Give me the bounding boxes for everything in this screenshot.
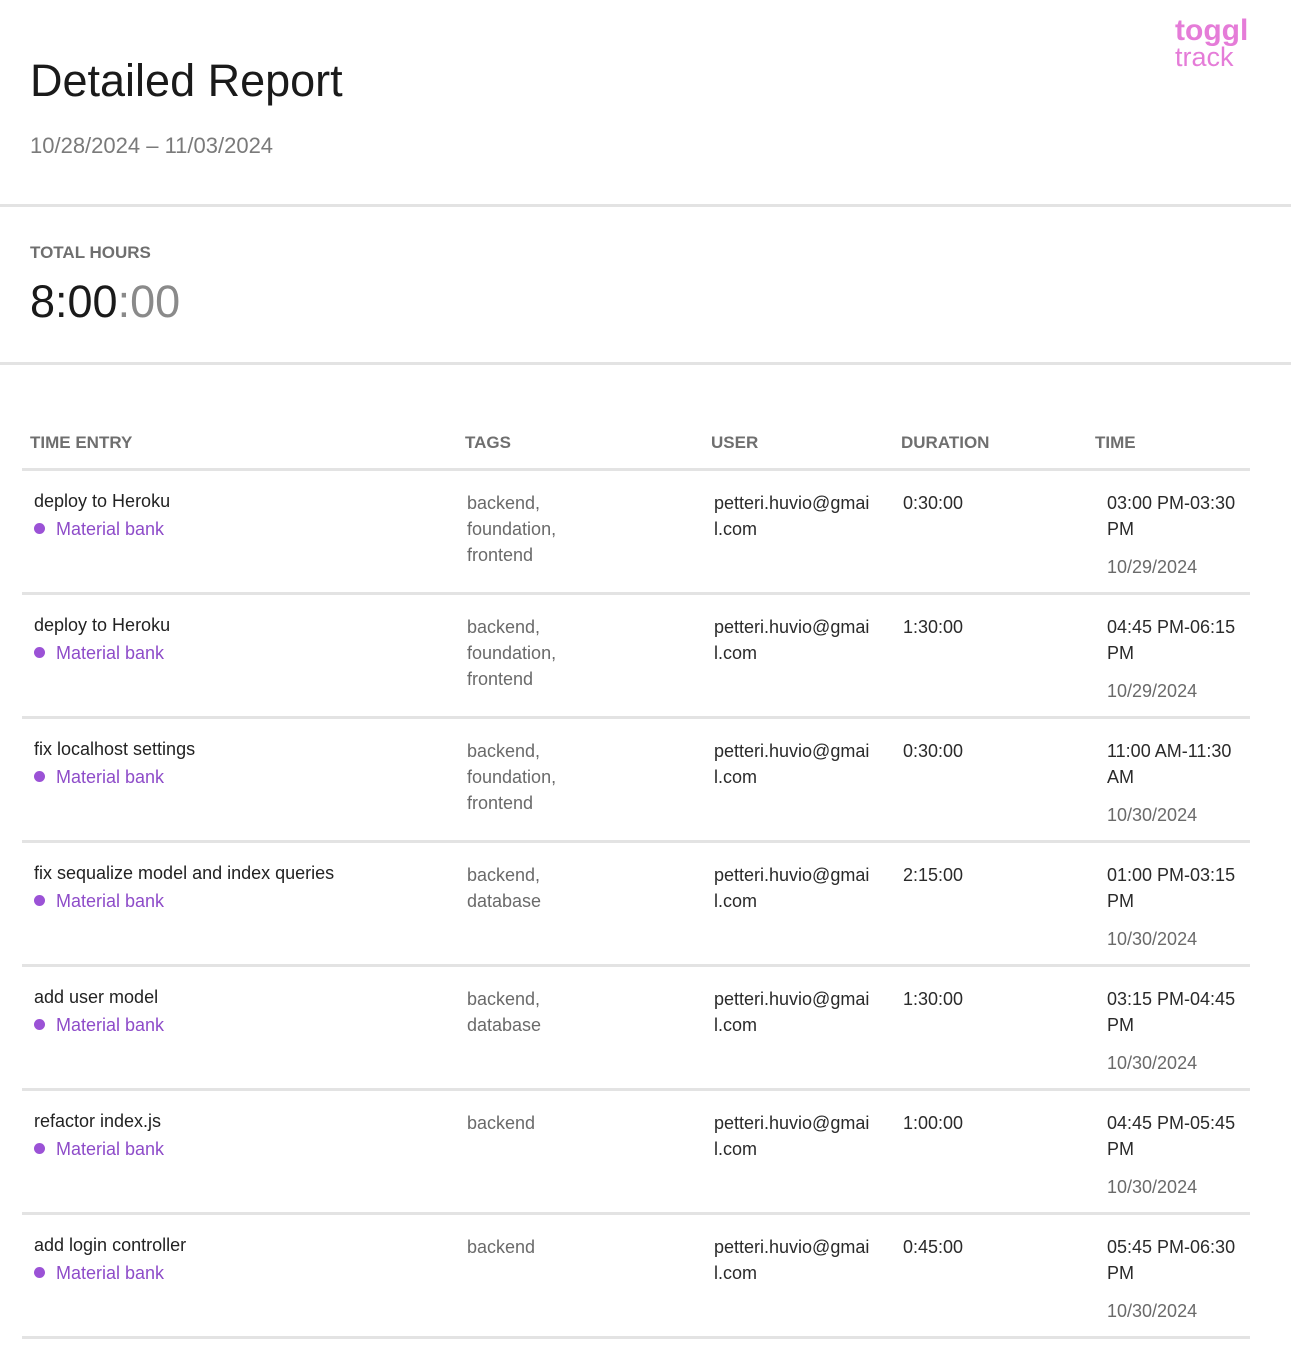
header-time: TIME — [1095, 433, 1136, 452]
entry-user: petteri.huvio@gmail.com — [714, 865, 870, 911]
header-duration: DURATION — [901, 433, 990, 452]
entry-project[interactable]: Material bank — [34, 1260, 164, 1286]
entry-duration: 0:30:00 — [903, 493, 964, 513]
table-row[interactable]: fix sequalize model and index queries Mat… — [22, 843, 1250, 967]
project-name: Material bank — [56, 519, 165, 539]
entry-tags: backend, foundation, frontend — [467, 493, 557, 565]
entry-description: deploy to Heroku — [34, 615, 171, 635]
table-row[interactable]: add user model Material bank backend, data… — [22, 967, 1250, 1091]
project-color-dot — [34, 1143, 45, 1154]
entry-time-range: 04:45 PM-05:45 PM — [1107, 1113, 1236, 1159]
project-name: Material bank — [56, 1015, 165, 1035]
entry-tags: backend, foundation, frontend — [467, 741, 557, 813]
entry-tags: backend — [467, 1113, 536, 1133]
entry-duration: 1:30:00 — [903, 617, 964, 637]
entry-tags: backend, foundation, frontend — [467, 617, 557, 689]
logo-bottom-text: track — [1175, 42, 1234, 72]
entry-tags: backend, database — [467, 989, 542, 1035]
entry-user: petteri.huvio@gmail.com — [714, 741, 870, 787]
entry-duration: 0:30:00 — [903, 741, 964, 761]
entry-description: fix sequalize model and index queries — [34, 863, 335, 883]
project-name: Material bank — [56, 1139, 165, 1159]
entry-description: refactor index.js — [34, 1111, 162, 1131]
time-entries-table: deploy to Heroku Material bank backend, fo… — [22, 471, 1250, 1339]
entry-date: 10/29/2024 — [1107, 681, 1198, 701]
entry-project[interactable]: Material bank — [34, 516, 164, 542]
project-name: Material bank — [56, 891, 165, 911]
entry-time-range: 04:45 PM-06:15 PM — [1107, 617, 1236, 663]
entry-date: 10/30/2024 — [1107, 1177, 1198, 1197]
project-color-dot — [34, 647, 45, 658]
entry-duration: 2:15:00 — [903, 865, 964, 885]
entry-time-range: 11:00 AM-11:30 AM — [1107, 741, 1232, 787]
entry-date: 10/30/2024 — [1107, 1053, 1198, 1073]
project-color-dot — [34, 771, 45, 782]
total-hours-main: 8:00 — [30, 276, 118, 327]
entry-date: 10/30/2024 — [1107, 805, 1198, 825]
entry-date: 10/29/2024 — [1107, 557, 1198, 577]
project-color-dot — [34, 523, 45, 534]
entry-user: petteri.huvio@gmail.com — [714, 1113, 870, 1159]
project-color-dot — [34, 895, 45, 906]
table-row[interactable]: fix localhost settings Material bank backe… — [22, 719, 1250, 843]
entry-duration: 1:30:00 — [903, 989, 964, 1009]
header-divider — [0, 204, 1291, 207]
entry-date: 10/30/2024 — [1107, 1301, 1198, 1321]
project-color-dot — [34, 1267, 45, 1278]
table-header: TIME ENTRY TAGS USER DURATION TIME — [22, 426, 1250, 471]
entry-project[interactable]: Material bank — [34, 1012, 164, 1038]
entry-user: petteri.huvio@gmail.com — [714, 989, 870, 1035]
total-hours-seconds: :00 — [117, 276, 181, 327]
entry-duration: 1:00:00 — [903, 1113, 964, 1133]
entry-description: fix localhost settings — [34, 739, 196, 759]
page-title: Detailed Report — [30, 55, 343, 106]
entry-project[interactable]: Material bank — [34, 640, 164, 666]
project-color-dot — [34, 1019, 45, 1030]
entry-user: petteri.huvio@gmail.com — [714, 493, 870, 539]
entry-tags: backend — [467, 1237, 536, 1257]
entry-time-range: 01:00 PM-03:15 PM — [1107, 865, 1236, 911]
table-row[interactable]: add login controller Material bank backend… — [22, 1215, 1250, 1339]
entry-project[interactable]: Material bank — [34, 1136, 164, 1162]
entry-project[interactable]: Material bank — [34, 764, 164, 790]
entry-user: petteri.huvio@gmail.com — [714, 617, 870, 663]
project-name: Material bank — [56, 767, 165, 787]
table-row[interactable]: deploy to Heroku Material bank backend, fo… — [22, 595, 1250, 719]
summary-divider — [0, 362, 1291, 365]
entry-tags: backend, database — [467, 865, 542, 911]
entry-duration: 0:45:00 — [903, 1237, 964, 1257]
entry-time-range: 05:45 PM-06:30 PM — [1107, 1237, 1236, 1283]
entry-project[interactable]: Material bank — [34, 888, 164, 914]
entry-description: deploy to Heroku — [34, 491, 171, 511]
project-name: Material bank — [56, 1263, 165, 1283]
report-date-range: 10/28/2024 – 11/03/2024 — [30, 133, 274, 158]
entry-time-range: 03:00 PM-03:30 PM — [1107, 493, 1236, 539]
entry-description: add user model — [34, 987, 159, 1007]
entry-time-range: 03:15 PM-04:45 PM — [1107, 989, 1236, 1035]
total-hours-label: TOTAL HOURS — [30, 243, 151, 262]
entry-description: add login controller — [34, 1235, 187, 1255]
project-name: Material bank — [56, 643, 165, 663]
header-time-entry: TIME ENTRY — [30, 433, 133, 452]
toggl-track-logo: toggl track — [1175, 16, 1248, 71]
table-row[interactable]: refactor index.js Material bank backend pet… — [22, 1091, 1250, 1215]
total-hours-value: 8:00:00 — [30, 276, 180, 328]
entry-date: 10/30/2024 — [1107, 929, 1198, 949]
entry-user: petteri.huvio@gmail.com — [714, 1237, 870, 1283]
header-tags: TAGS — [465, 433, 511, 452]
header-user: USER — [711, 433, 759, 452]
table-row[interactable]: deploy to Heroku Material bank backend, fo… — [22, 471, 1250, 595]
